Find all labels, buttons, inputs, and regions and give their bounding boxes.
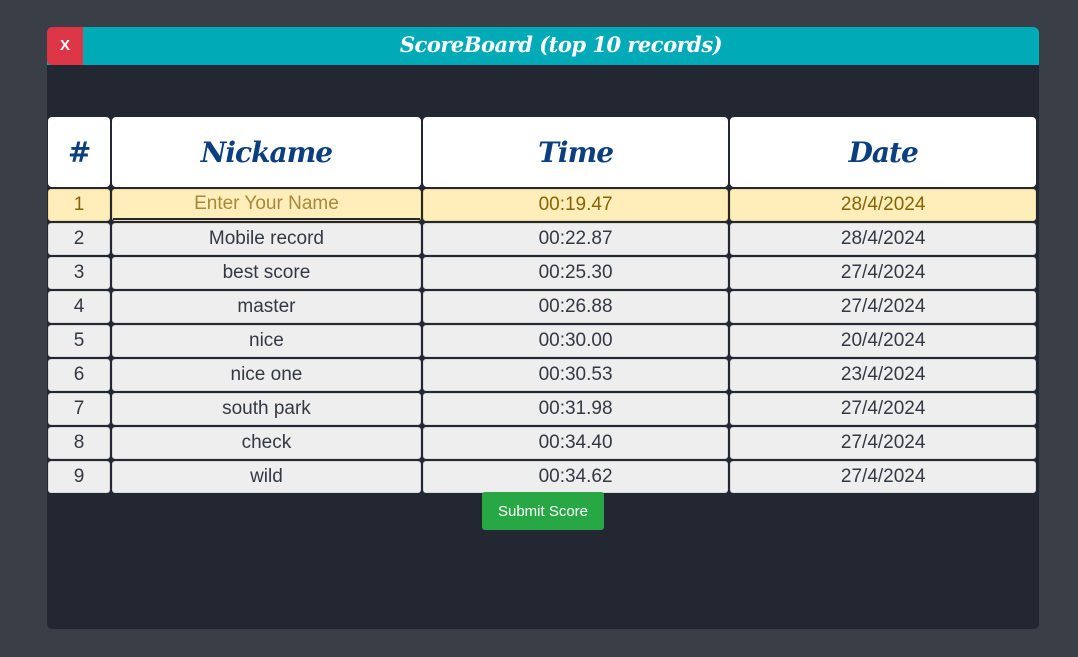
cell-nickname: master — [112, 291, 421, 323]
cell-rank: 6 — [48, 359, 111, 391]
header-time: Time — [422, 117, 729, 187]
header-date: Date — [730, 117, 1036, 187]
cell-rank: 2 — [48, 223, 111, 255]
cell-rank: 3 — [48, 257, 111, 289]
cell-nickname: check — [112, 427, 421, 459]
cell-nickname: best score — [112, 257, 421, 289]
table-row: 8 check 00:34.40 27/4/2024 — [48, 427, 1036, 459]
table-row: 2 Mobile record 00:22.87 28/4/2024 — [48, 223, 1036, 255]
scoreboard-modal: X ScoreBoard (top 10 records) # Nickame … — [47, 27, 1039, 629]
cell-time: 00:19.47 — [422, 189, 729, 221]
cell-time: 00:30.00 — [422, 325, 729, 357]
cell-date: 27/4/2024 — [730, 461, 1036, 493]
table-row: 4 master 00:26.88 27/4/2024 — [48, 291, 1036, 323]
cell-date: 28/4/2024 — [730, 223, 1036, 255]
cell-date: 27/4/2024 — [730, 427, 1036, 459]
cell-nickname: wild — [112, 461, 421, 493]
cell-rank: 4 — [48, 291, 111, 323]
submit-score-button[interactable]: Submit Score — [482, 492, 604, 530]
cell-nickname: nice one — [112, 359, 421, 391]
table-header-row: # Nickame Time Date — [48, 117, 1036, 187]
table-row: 9 wild 00:34.62 27/4/2024 — [48, 461, 1036, 493]
modal-title: ScoreBoard (top 10 records) — [399, 32, 723, 57]
cell-nickname: nice — [112, 325, 421, 357]
cell-rank: 5 — [48, 325, 111, 357]
scoreboard-table: # Nickame Time Date 1 00:19.47 28/4/2024… — [47, 115, 1038, 495]
cell-nickname-input — [112, 189, 421, 221]
table-row: 7 south park 00:31.98 27/4/2024 — [48, 393, 1036, 425]
cell-nickname: south park — [112, 393, 421, 425]
modal-header: X ScoreBoard (top 10 records) — [47, 27, 1039, 65]
cell-date: 27/4/2024 — [730, 257, 1036, 289]
cell-time: 00:25.30 — [422, 257, 729, 289]
cell-time: 00:30.53 — [422, 359, 729, 391]
cell-time: 00:31.98 — [422, 393, 729, 425]
table-row-current: 1 00:19.47 28/4/2024 — [48, 189, 1036, 221]
cell-time: 00:34.40 — [422, 427, 729, 459]
cell-time: 00:34.62 — [422, 461, 729, 493]
cell-date: 23/4/2024 — [730, 359, 1036, 391]
cell-date: 28/4/2024 — [730, 189, 1036, 221]
cell-time: 00:22.87 — [422, 223, 729, 255]
cell-rank: 8 — [48, 427, 111, 459]
cell-date: 27/4/2024 — [730, 393, 1036, 425]
header-rank: # — [48, 117, 111, 187]
cell-rank: 9 — [48, 461, 111, 493]
cell-date: 20/4/2024 — [730, 325, 1036, 357]
cell-date: 27/4/2024 — [730, 291, 1036, 323]
table-row: 6 nice one 00:30.53 23/4/2024 — [48, 359, 1036, 391]
cell-nickname: Mobile record — [112, 223, 421, 255]
table-row: 5 nice 00:30.00 20/4/2024 — [48, 325, 1036, 357]
table-row: 3 best score 00:25.30 27/4/2024 — [48, 257, 1036, 289]
cell-rank: 7 — [48, 393, 111, 425]
cell-rank: 1 — [48, 189, 111, 221]
nickname-input[interactable] — [113, 190, 420, 220]
close-button[interactable]: X — [47, 27, 83, 65]
cell-time: 00:26.88 — [422, 291, 729, 323]
header-nickname: Nickame — [112, 117, 421, 187]
